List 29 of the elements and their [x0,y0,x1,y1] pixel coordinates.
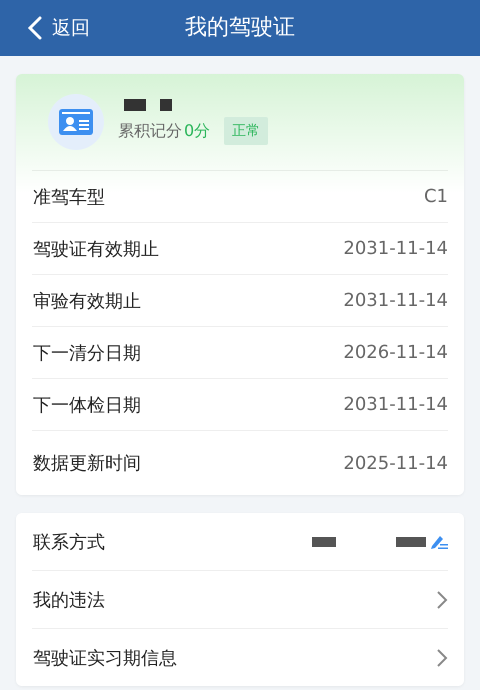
field-label: 下一清分日期 [33,342,141,364]
field-value: C1 [424,186,448,207]
chevron-right-icon [436,590,448,610]
page-title: 我的驾驶证 [185,15,295,40]
chevron-right-icon [436,648,448,668]
back-button[interactable]: 返回 [28,0,90,56]
field-value: 2026-11-14 [343,342,448,363]
points-label: 累积记分 [118,120,182,142]
back-icon [28,16,42,40]
field-value: 2031-11-14 [343,394,448,415]
redaction-bar [396,536,426,546]
redaction-bar [160,99,172,111]
redaction-bar [312,536,336,546]
field-value: 2025-11-14 [343,452,448,474]
field-label: 下一体检日期 [33,394,141,416]
field-label: 驾驶证有效期止 [33,238,159,260]
redaction-bar [124,99,146,111]
list-item[interactable]: 我的违法 [32,571,448,629]
field-label: 数据更新时间 [33,452,141,475]
id-card-icon [59,109,93,135]
field-value: 2031-11-14 [343,238,448,259]
field-label: 准驾车型 [33,186,105,208]
field-label: 审验有效期止 [33,290,141,312]
status-tag: 正常 [224,117,268,145]
field-value: 2031-11-14 [343,290,448,311]
edit-icon[interactable] [430,534,448,550]
points-value: 0分 [184,120,210,142]
list-item[interactable]: 驾驶证实习期信息 [32,629,448,686]
list-item[interactable]: 联系方式 [32,513,448,571]
